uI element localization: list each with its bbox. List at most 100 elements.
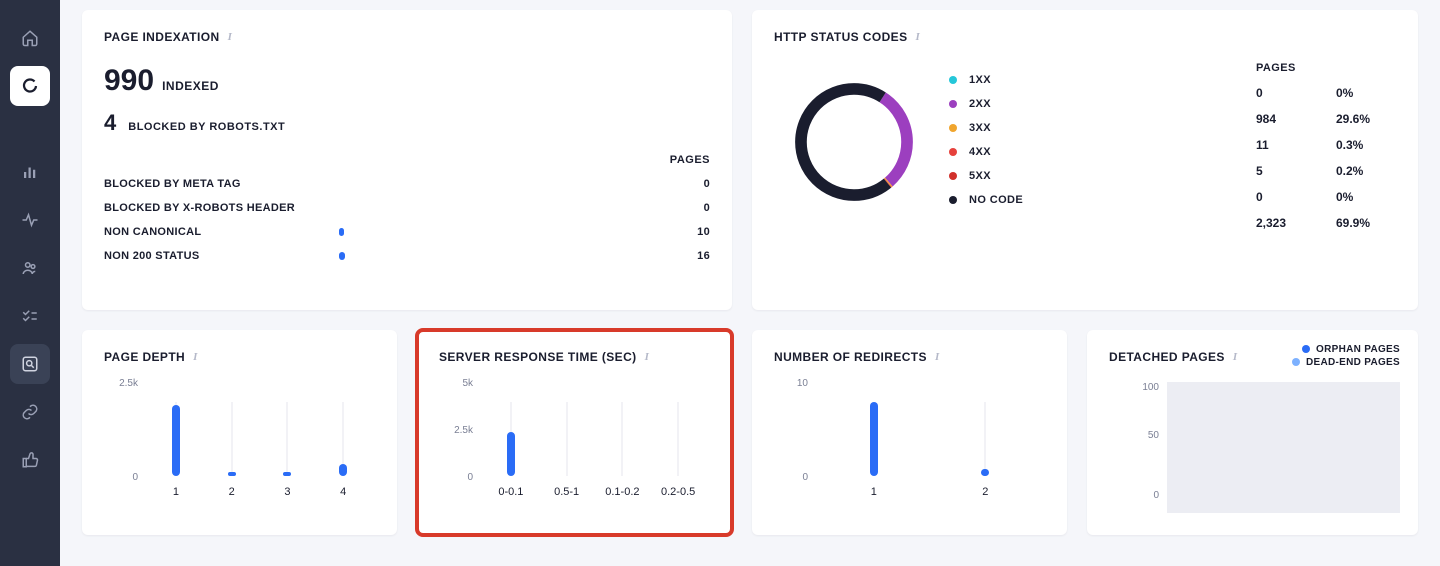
srt-title: SERVER RESPONSE TIME (SEC) i bbox=[439, 350, 710, 364]
info-icon[interactable]: i bbox=[935, 351, 940, 363]
bar bbox=[339, 464, 347, 476]
redirects-card: NUMBER OF REDIRECTS i 10012 bbox=[752, 330, 1067, 535]
legend-dot bbox=[949, 148, 957, 156]
page-indexation-title: PAGE INDEXATION i bbox=[104, 30, 710, 44]
count-row: 0 0% bbox=[1256, 86, 1396, 100]
ytick: 0 bbox=[104, 472, 138, 483]
blocked-count: 4 bbox=[104, 110, 116, 136]
legend-dot bbox=[949, 172, 957, 180]
count-value: 0 bbox=[1256, 190, 1306, 204]
main: PAGE INDEXATION i 990 INDEXED 4 BLOCKED … bbox=[60, 0, 1440, 566]
ytick: 10 bbox=[774, 378, 808, 389]
count-pct: 29.6% bbox=[1336, 112, 1386, 126]
blocked-row: 4 BLOCKED BY ROBOTS.TXT bbox=[104, 110, 710, 136]
info-icon[interactable]: i bbox=[645, 351, 650, 363]
indexed-row: 990 INDEXED bbox=[104, 64, 710, 98]
ytick: 2.5k bbox=[439, 425, 473, 436]
logo-icon[interactable] bbox=[10, 66, 50, 106]
count-pct: 0% bbox=[1336, 86, 1386, 100]
page-indexation-card: PAGE INDEXATION i 990 INDEXED 4 BLOCKED … bbox=[82, 10, 732, 310]
indexation-row[interactable]: BLOCKED BY META TAG0 bbox=[104, 178, 710, 190]
http-status-card: HTTP STATUS CODES i 1XX 2XX 3XX 4XX 5XX NO CO… bbox=[752, 10, 1418, 310]
link-icon[interactable] bbox=[10, 392, 50, 432]
info-icon[interactable]: i bbox=[915, 31, 920, 43]
legend-dot bbox=[949, 100, 957, 108]
title-text: SERVER RESPONSE TIME (SEC) bbox=[439, 350, 637, 364]
legend-label: 4XX bbox=[969, 146, 991, 158]
legend-dot bbox=[949, 196, 957, 204]
users-icon[interactable] bbox=[10, 248, 50, 288]
xtick: 2 bbox=[229, 486, 235, 498]
ytick: 100 bbox=[1125, 382, 1159, 393]
title-text: HTTP STATUS CODES bbox=[774, 30, 907, 44]
ytick: 50 bbox=[1125, 430, 1159, 441]
legend-label: 3XX bbox=[969, 122, 991, 134]
legend-row[interactable]: 2XX bbox=[949, 98, 1219, 110]
activity-icon[interactable] bbox=[10, 200, 50, 240]
stat-label: NON CANONICAL bbox=[104, 226, 329, 238]
legend-label: 1XX bbox=[969, 74, 991, 86]
info-icon[interactable]: i bbox=[1233, 351, 1238, 363]
http-donut-chart bbox=[774, 62, 934, 222]
pages-header: PAGES bbox=[104, 154, 710, 166]
stat-value: 10 bbox=[670, 226, 710, 238]
bar bbox=[507, 432, 515, 476]
orphan-label: ORPHAN PAGES bbox=[1316, 344, 1400, 355]
legend-label: 2XX bbox=[969, 98, 991, 110]
legend-row[interactable]: 4XX bbox=[949, 146, 1219, 158]
blocked-label: BLOCKED BY ROBOTS.TXT bbox=[128, 121, 285, 133]
title-text: PAGE INDEXATION bbox=[104, 30, 220, 44]
home-icon[interactable] bbox=[10, 18, 50, 58]
page-depth-chart: 2.5k01234 bbox=[104, 378, 375, 498]
indexation-row[interactable]: BLOCKED BY X-ROBOTS HEADER0 bbox=[104, 202, 710, 214]
stat-value: 0 bbox=[670, 202, 710, 214]
legend-label: NO CODE bbox=[969, 194, 1023, 206]
count-value: 11 bbox=[1256, 138, 1306, 152]
count-row: 00% bbox=[1256, 190, 1396, 204]
legend-row[interactable]: 1XX bbox=[949, 74, 1219, 86]
xtick: 2 bbox=[982, 486, 988, 498]
redirects-title: NUMBER OF REDIRECTS i bbox=[774, 350, 1045, 364]
deadend-label: DEAD-END PAGES bbox=[1306, 357, 1400, 368]
legend-row[interactable]: NO CODE bbox=[949, 194, 1219, 206]
info-icon[interactable]: i bbox=[193, 351, 198, 363]
xtick: 0.2-0.5 bbox=[661, 486, 695, 498]
count-pct: 0.2% bbox=[1336, 164, 1386, 178]
srt-chart: 5k2.5k00-0.10.5-10.1-0.20.2-0.5 bbox=[439, 378, 710, 498]
legend-row[interactable]: 5XX bbox=[949, 170, 1219, 182]
bar bbox=[172, 405, 180, 476]
stat-bar bbox=[339, 180, 660, 188]
http-legend: 1XX 2XX 3XX 4XX 5XX NO CODE bbox=[949, 62, 1219, 230]
ytick: 2.5k bbox=[104, 378, 138, 389]
count-value: 5 bbox=[1256, 164, 1306, 178]
stat-value: 16 bbox=[670, 250, 710, 262]
indexation-row[interactable]: NON 200 STATUS16 bbox=[104, 250, 710, 262]
indexed-label: INDEXED bbox=[162, 79, 219, 93]
redirects-chart: 10012 bbox=[774, 378, 1045, 498]
thumb-icon[interactable] bbox=[10, 440, 50, 480]
ytick: 0 bbox=[774, 472, 808, 483]
ytick: 0 bbox=[439, 472, 473, 483]
page-depth-title: PAGE DEPTH i bbox=[104, 350, 375, 364]
http-counts: PAGES 00%98429.6%110.3%50.2%00%2,32369.9… bbox=[1256, 62, 1396, 230]
indexation-row[interactable]: NON CANONICAL 10 bbox=[104, 226, 710, 238]
bar bbox=[283, 472, 291, 476]
detached-pages-card: DETACHED PAGES i ORPHAN PAGES DEAD-END P… bbox=[1087, 330, 1418, 535]
bar bbox=[228, 472, 236, 476]
checklist-icon[interactable] bbox=[10, 296, 50, 336]
count-pct: 0.3% bbox=[1336, 138, 1386, 152]
inspect-icon[interactable] bbox=[10, 344, 50, 384]
count-pct: 69.9% bbox=[1336, 216, 1386, 230]
legend-row[interactable]: 3XX bbox=[949, 122, 1219, 134]
pages-header: PAGES bbox=[1256, 62, 1396, 74]
bar bbox=[981, 469, 989, 476]
legend-dot bbox=[949, 124, 957, 132]
detached-legend: ORPHAN PAGES DEAD-END PAGES bbox=[1292, 344, 1400, 368]
http-title: HTTP STATUS CODES i bbox=[774, 30, 1396, 44]
detached-chart bbox=[1167, 382, 1400, 513]
count-value: 0 bbox=[1256, 86, 1306, 100]
page-depth-card: PAGE DEPTH i 2.5k01234 bbox=[82, 330, 397, 535]
info-icon[interactable]: i bbox=[228, 31, 233, 43]
xtick: 0.5-1 bbox=[554, 486, 579, 498]
analytics-icon[interactable] bbox=[10, 152, 50, 192]
